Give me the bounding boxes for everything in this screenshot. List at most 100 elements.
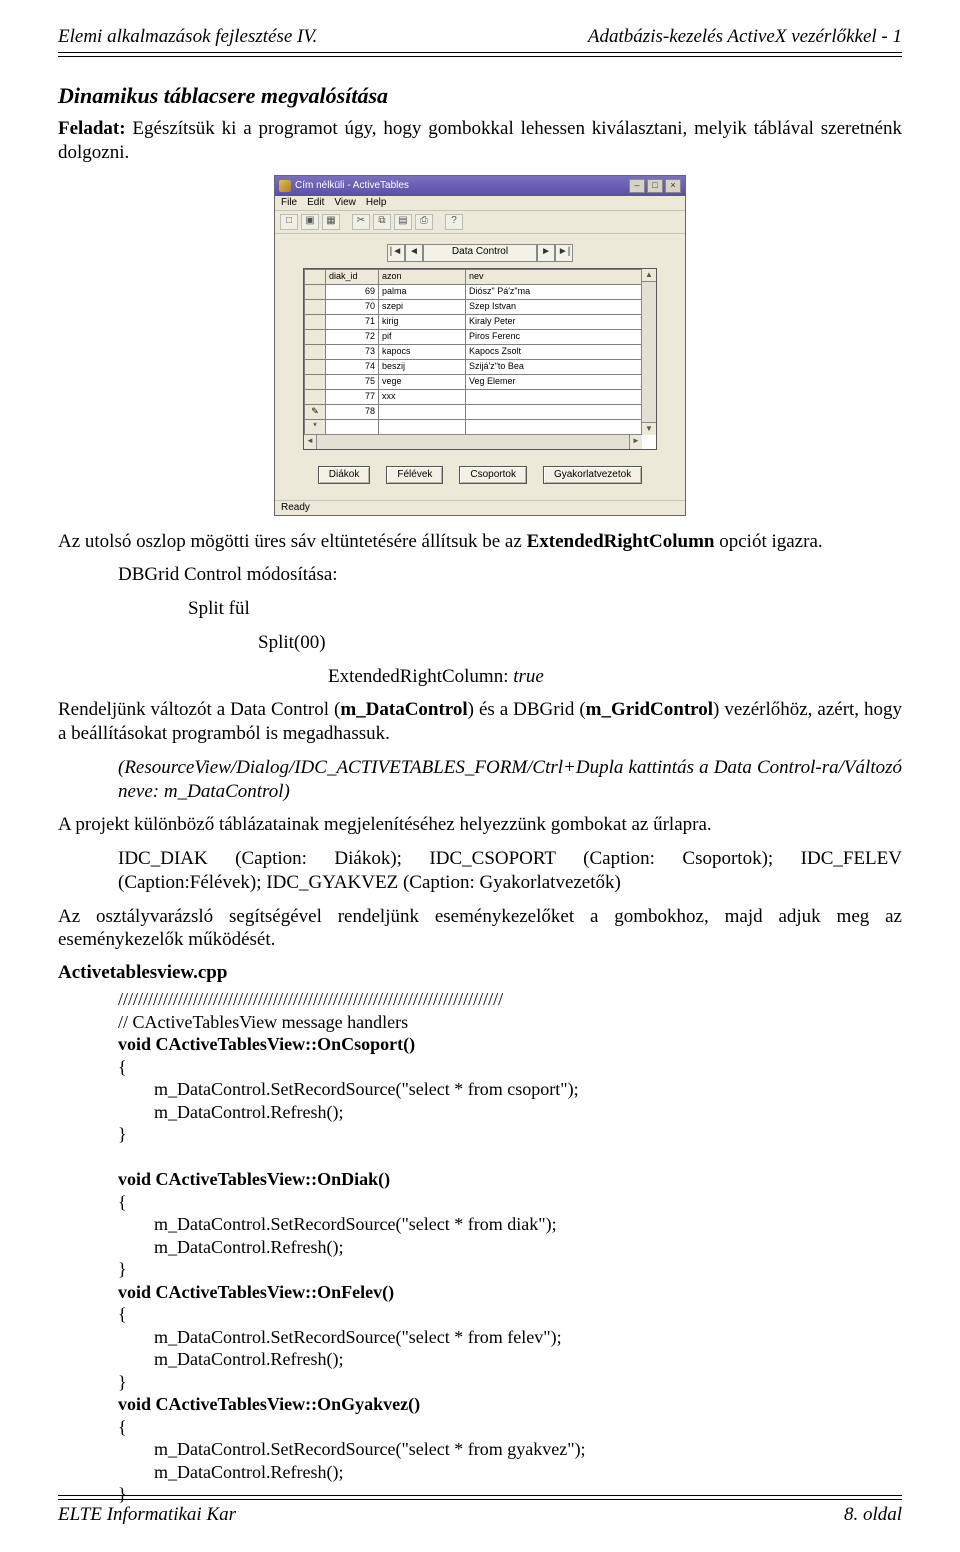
minimize-button[interactable]: – [629, 179, 645, 193]
grid-vscroll[interactable] [641, 269, 656, 435]
grid-cell[interactable]: kapocs [379, 344, 466, 359]
grid-cell[interactable] [305, 359, 326, 374]
grid-cell[interactable]: Szijá'z"to Bea [466, 359, 650, 374]
grid-cell[interactable] [379, 404, 466, 419]
grid-cell[interactable]: 69 [326, 284, 379, 299]
split-tab-line: Split fül [188, 597, 902, 621]
maximize-button[interactable]: □ [647, 179, 663, 193]
print-icon[interactable]: ⎙ [415, 214, 433, 230]
grid-cell[interactable]: palma [379, 284, 466, 299]
nav-first-icon[interactable]: |◄ [387, 244, 405, 262]
paste-icon[interactable]: ▤ [394, 214, 412, 230]
grid-header-cell[interactable]: diak_id [326, 269, 379, 284]
menu-file[interactable]: File [281, 198, 297, 208]
grid-cell[interactable]: 75 [326, 374, 379, 389]
app-window: Cím nélküli - ActiveTables – □ × File Ed… [274, 175, 686, 516]
data-control-nav: |◄ ◄ Data Control ► ►| [293, 244, 667, 262]
menu-edit[interactable]: Edit [307, 198, 324, 208]
app-icon [279, 180, 291, 192]
button-ids-paragraph: IDC_DIAK (Caption: Diákok); IDC_CSOPORT … [118, 847, 902, 895]
grid-cell[interactable] [466, 389, 650, 404]
grid-cell[interactable]: kirig [379, 314, 466, 329]
table-row[interactable]: 70szepiSzep Istvan [305, 299, 650, 314]
grid-header-cell[interactable] [305, 269, 326, 284]
page-footer: ELTE Informatikai Kar 8. oldal [58, 1504, 902, 1526]
button-row: Diákok Félévek Csoportok Gyakorlatvezeto… [293, 466, 667, 484]
footer-left: ELTE Informatikai Kar [58, 1504, 236, 1526]
grid-cell[interactable]: Kapocs Zsolt [466, 344, 650, 359]
window-titlebar: Cím nélküli - ActiveTables – □ × [275, 176, 685, 196]
dbgrid-mod-line: DBGrid Control módosítása: [118, 563, 902, 587]
nav-prev-icon[interactable]: ◄ [405, 244, 423, 262]
grid-cell[interactable]: 74 [326, 359, 379, 374]
nav-next-icon[interactable]: ► [537, 244, 555, 262]
grid-cell[interactable] [305, 314, 326, 329]
grid-cell[interactable] [305, 389, 326, 404]
table-row[interactable]: ✎78 [305, 404, 650, 419]
grid-cell[interactable] [305, 284, 326, 299]
grid-cell[interactable] [379, 419, 466, 434]
gyakorlatvezetok-button[interactable]: Gyakorlatvezetok [543, 466, 642, 484]
felevek-button[interactable]: Félévek [386, 466, 443, 484]
menu-help[interactable]: Help [366, 198, 387, 208]
grid-cell[interactable]: Szep Istvan [466, 299, 650, 314]
table-row[interactable]: 77xxx [305, 389, 650, 404]
code-listing: ////////////////////////////////////////… [118, 988, 902, 1506]
copy-icon[interactable]: ⧉ [373, 214, 391, 230]
grid-cell[interactable]: Veg Elemer [466, 374, 650, 389]
dbgrid[interactable]: diak_idazonnev69palmaDiósz" Pá'z"ma70sze… [303, 268, 657, 450]
grid-cell[interactable]: xxx [379, 389, 466, 404]
table-row[interactable]: 75vegeVeg Elemer [305, 374, 650, 389]
grid-cell[interactable] [466, 419, 650, 434]
grid-cell[interactable]: Kiraly Peter [466, 314, 650, 329]
grid-cell[interactable] [305, 329, 326, 344]
open-icon[interactable]: ▣ [301, 214, 319, 230]
grid-cell[interactable]: 78 [326, 404, 379, 419]
embedded-screenshot: Cím nélküli - ActiveTables – □ × File Ed… [58, 175, 902, 516]
table-row[interactable]: 73kapocsKapocs Zsolt [305, 344, 650, 359]
resourceview-hint: (ResourceView/Dialog/IDC_ACTIVETABLES_FO… [118, 756, 902, 804]
close-button[interactable]: × [665, 179, 681, 193]
grid-cell[interactable] [466, 404, 650, 419]
table-row[interactable]: 72pifPiros Ferenc [305, 329, 650, 344]
toolbar: □ ▣ ▦ ✂ ⧉ ▤ ⎙ ? [275, 211, 685, 234]
save-icon[interactable]: ▦ [322, 214, 340, 230]
grid-cell[interactable]: 71 [326, 314, 379, 329]
grid-cell[interactable]: * [305, 419, 326, 434]
table-row[interactable]: 69palmaDiósz" Pá'z"ma [305, 284, 650, 299]
split00-line: Split(00) [258, 631, 902, 655]
table-row[interactable]: 71kirigKiraly Peter [305, 314, 650, 329]
grid-hscroll[interactable] [304, 434, 642, 449]
grid-cell[interactable]: pif [379, 329, 466, 344]
feladat-label: Feladat: [58, 118, 126, 139]
grid-cell[interactable]: ✎ [305, 404, 326, 419]
grid-cell[interactable]: Piros Ferenc [466, 329, 650, 344]
table-row[interactable]: * [305, 419, 650, 434]
section-title: Dinamikus táblacsere megvalósítása [58, 83, 902, 109]
grid-cell[interactable]: 70 [326, 299, 379, 314]
page-header: Elemi alkalmazások fejlesztése IV. Adatb… [58, 26, 902, 48]
grid-cell[interactable]: beszij [379, 359, 466, 374]
header-rule [58, 52, 902, 57]
grid-cell[interactable]: 73 [326, 344, 379, 359]
grid-header-cell[interactable]: nev [466, 269, 650, 284]
cut-icon[interactable]: ✂ [352, 214, 370, 230]
grid-cell[interactable]: 72 [326, 329, 379, 344]
source-filename: Activetablesview.cpp [58, 962, 902, 984]
table-row[interactable]: 74beszijSzijá'z"to Bea [305, 359, 650, 374]
grid-cell[interactable] [305, 374, 326, 389]
grid-header-cell[interactable]: azon [379, 269, 466, 284]
grid-cell[interactable] [326, 419, 379, 434]
grid-cell[interactable]: Diósz" Pá'z"ma [466, 284, 650, 299]
grid-cell[interactable]: vege [379, 374, 466, 389]
grid-cell[interactable] [305, 299, 326, 314]
help-icon[interactable]: ? [445, 214, 463, 230]
diakok-button[interactable]: Diákok [318, 466, 371, 484]
new-icon[interactable]: □ [280, 214, 298, 230]
grid-cell[interactable]: 77 [326, 389, 379, 404]
grid-cell[interactable] [305, 344, 326, 359]
menu-view[interactable]: View [334, 198, 356, 208]
nav-last-icon[interactable]: ►| [555, 244, 573, 262]
csoportok-button[interactable]: Csoportok [459, 466, 527, 484]
grid-cell[interactable]: szepi [379, 299, 466, 314]
